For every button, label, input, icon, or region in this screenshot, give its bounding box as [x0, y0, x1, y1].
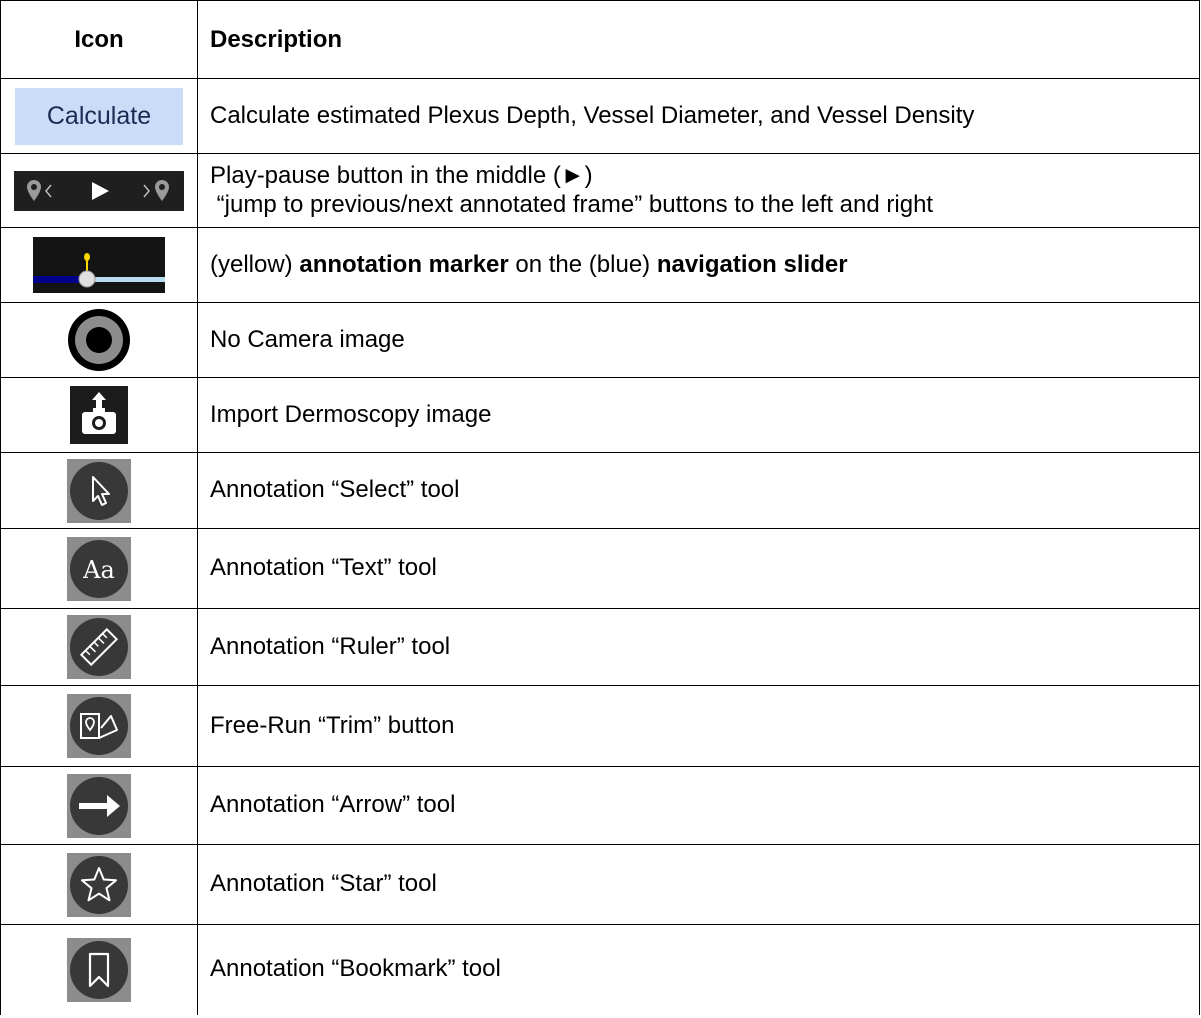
- table-row: Annotation “Ruler” tool: [0, 608, 1200, 686]
- icon-cell: [0, 153, 198, 228]
- select-tool-icon: [67, 458, 131, 523]
- icon-cell: [0, 452, 198, 529]
- import-camera-icon: [70, 386, 128, 444]
- table-row: Annotation “Arrow” tool: [0, 766, 1200, 845]
- icon-cell: [0, 377, 198, 453]
- icon-cell: [0, 608, 198, 686]
- description-cell: Annotation “Text” tool: [197, 528, 1200, 609]
- description-cell: Annotation “Arrow” tool: [197, 766, 1200, 845]
- description-cell: Calculate estimated Plexus Depth, Vessel…: [197, 78, 1200, 154]
- icon-cell: [0, 766, 198, 845]
- description-text: on the (blue): [508, 250, 657, 278]
- description-cell: Annotation “Star” tool: [197, 844, 1200, 925]
- description-cell: Import Dermoscopy image: [197, 377, 1200, 453]
- annotation-marker-term: annotation marker: [299, 250, 509, 278]
- table-row: Import Dermoscopy image: [0, 377, 1200, 453]
- playback-controls-icon: [14, 170, 184, 211]
- arrow-tool-icon: [67, 773, 131, 838]
- table-row: Play-pause button in the middle (►) “jum…: [0, 153, 1200, 228]
- no-camera-icon: [68, 309, 130, 371]
- header-row: Icon Description: [0, 0, 1200, 79]
- annotation-marker-slider-icon: [33, 237, 165, 293]
- table-row: Annotation “Star” tool: [0, 844, 1200, 925]
- description-column-header: Description: [197, 0, 1200, 79]
- icon-cell: [0, 302, 198, 378]
- description-line: “jump to previous/next annotated frame” …: [210, 190, 934, 218]
- table-row: (yellow) annotation marker on the (blue)…: [0, 227, 1200, 303]
- description-cell: Annotation “Bookmark” tool: [210, 955, 501, 983]
- icon-cell: Calculate: [0, 78, 198, 154]
- table-row: No Camera image: [0, 302, 1200, 378]
- icon-cell: [0, 844, 198, 925]
- icon-cell: Aa: [0, 528, 198, 609]
- table-row: Aa Annotation “Text” tool: [0, 528, 1200, 609]
- table-row: Annotation “Select” tool: [0, 452, 1200, 529]
- next-annotated-frame-icon: [143, 179, 169, 201]
- calculate-button-icon: Calculate: [15, 87, 183, 145]
- description-cell: Annotation “Select” tool: [197, 452, 1200, 529]
- description-cell: (yellow) annotation marker on the (blue)…: [197, 227, 1200, 303]
- navigation-slider-term: navigation slider: [656, 250, 848, 278]
- icon-cell: [0, 227, 198, 303]
- svg-text:Aa: Aa: [82, 556, 115, 584]
- table-row: Calculate Calculate estimated Plexus Dep…: [0, 78, 1200, 154]
- description-line: Play-pause button in the middle (►): [210, 161, 593, 189]
- bookmark-tool-icon: [67, 937, 131, 1002]
- play-icon: [92, 181, 109, 200]
- star-tool-icon: [67, 852, 131, 917]
- description-cell: Annotation “Ruler” tool: [197, 608, 1200, 686]
- trim-button-icon: [67, 694, 131, 758]
- icon-cell: [0, 685, 198, 767]
- description-cell: Free-Run “Trim” button: [197, 685, 1200, 767]
- icon-description-table: Icon Description Calculate Calculate est…: [0, 0, 1200, 1015]
- icon-cell: [0, 924, 198, 1015]
- ruler-tool-icon: [67, 615, 131, 679]
- description-cell: Play-pause button in the middle (►) “jum…: [197, 153, 1200, 228]
- description-text: (yellow): [210, 250, 300, 278]
- text-tool-icon: Aa: [67, 536, 131, 601]
- icon-column-header: Icon: [0, 0, 198, 79]
- table-row: Annotation “Bookmark” tool: [0, 924, 1200, 1015]
- table-row: Free-Run “Trim” button: [0, 685, 1200, 767]
- description-cell: No Camera image: [197, 302, 1200, 378]
- prev-annotated-frame-icon: [27, 179, 52, 201]
